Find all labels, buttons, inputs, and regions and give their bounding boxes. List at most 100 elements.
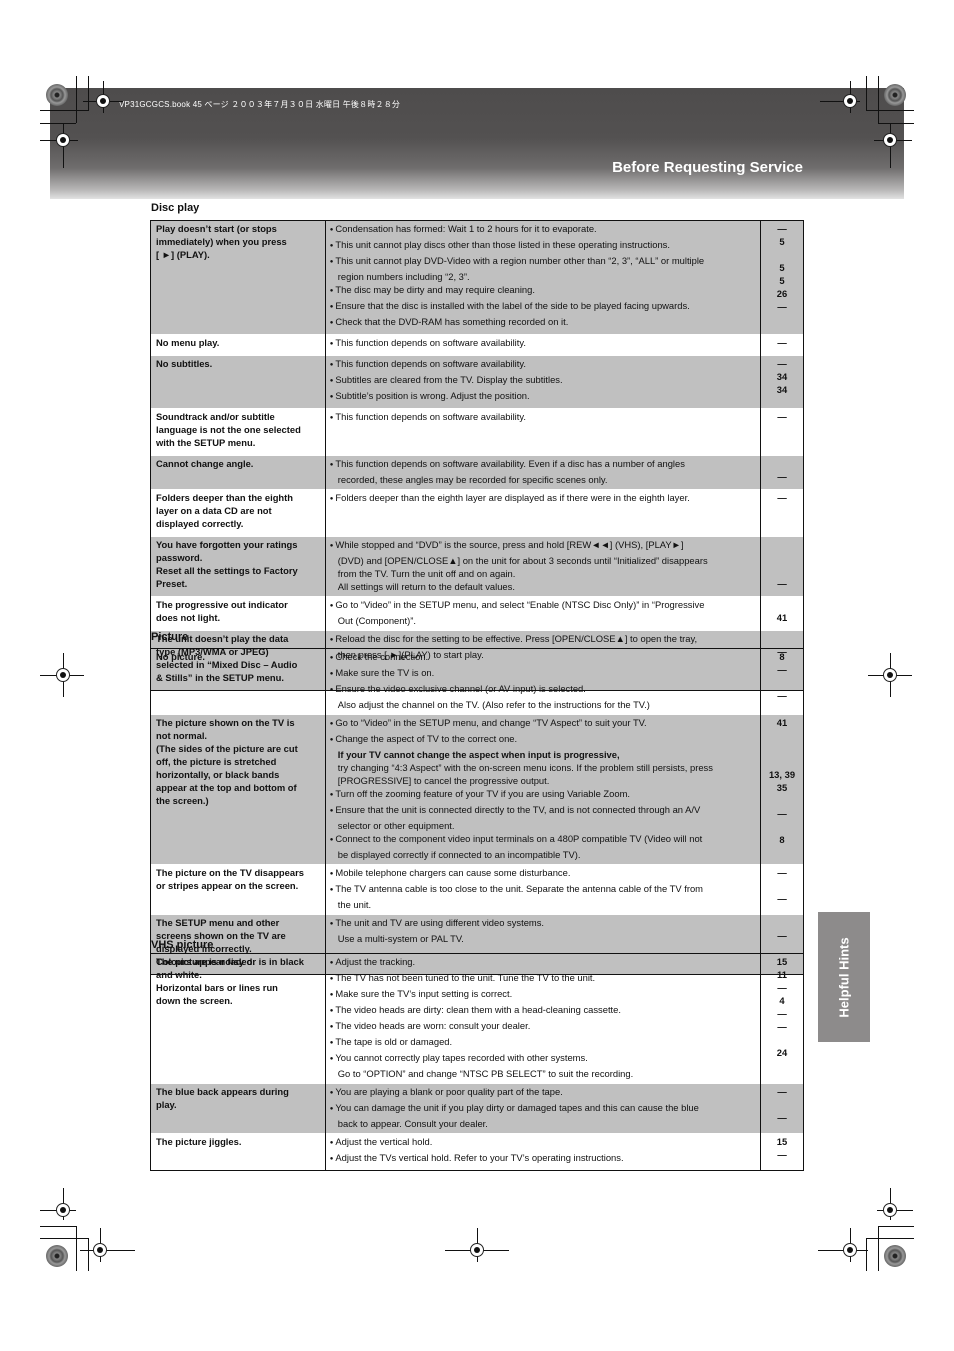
solution-text: selector or other equipment. bbox=[337, 820, 455, 831]
page-reference: — bbox=[777, 1112, 787, 1123]
page-reference bbox=[763, 676, 801, 689]
solution-text: The unit and TV are using different vide… bbox=[330, 916, 756, 932]
color-calibration-disc-icon bbox=[884, 1245, 906, 1267]
solution-text: recorded, these angles may be recorded f… bbox=[337, 474, 608, 485]
page-reference bbox=[763, 517, 801, 530]
solution-text bbox=[330, 520, 756, 533]
page-reference: — bbox=[777, 411, 787, 422]
crop-mark bbox=[878, 1226, 879, 1271]
table-row: The blue back appears during play. You are… bbox=[150, 1083, 804, 1134]
page-reference bbox=[763, 916, 801, 929]
solution-text: Adjust the tracking. bbox=[330, 955, 756, 971]
crop-mark bbox=[878, 76, 879, 123]
solution-cell: Go to “Video” in the SETUP menu, and cha… bbox=[324, 714, 762, 865]
symptom-text: language is not the one selected bbox=[156, 424, 301, 435]
solution-text: region numbers including “2, 3”. bbox=[337, 271, 470, 282]
solution-text: Make sure the TV’s input setting is corr… bbox=[330, 987, 756, 1003]
page-reference: 24 bbox=[776, 1047, 788, 1058]
page-reference: — bbox=[777, 1008, 787, 1019]
table-row: Play doesn’t start (or stops immediately)… bbox=[150, 220, 804, 335]
page-reference-cell: — bbox=[760, 489, 804, 537]
symptom-text: The picture is noisy or is in black bbox=[156, 956, 304, 967]
solution-text: Ensure the video exclusive channel (or A… bbox=[330, 682, 756, 698]
page-reference: 15 bbox=[776, 1136, 788, 1147]
solution-text: Subtitle’s position is wrong. Adjust the… bbox=[330, 389, 756, 405]
solution-text: the unit. bbox=[337, 899, 372, 910]
page-title: Before Requesting Service bbox=[612, 159, 803, 176]
table-row: Folders deeper than the eighth layer on a… bbox=[150, 489, 804, 537]
symptom-cell: No menu play. bbox=[150, 334, 326, 356]
solution-text: The disc may be dirty and may require cl… bbox=[330, 283, 756, 299]
solution-text: Ensure that the unit is connected direct… bbox=[330, 803, 756, 819]
page-reference bbox=[763, 632, 801, 645]
crop-mark bbox=[878, 1226, 914, 1227]
solution-text: This unit cannot play discs other than t… bbox=[330, 238, 756, 254]
page-reference: — bbox=[777, 930, 787, 941]
solution-cell: Adjust the vertical hold.Adjust the TVs … bbox=[324, 1133, 762, 1171]
symptom-cell: You have forgotten your ratings password.… bbox=[150, 536, 326, 597]
section-title-picture: Picture bbox=[151, 631, 189, 643]
page-reference-cell: — bbox=[760, 536, 804, 597]
symptom-cell: No subtitles. bbox=[150, 355, 326, 409]
page-reference: — bbox=[777, 690, 787, 701]
solution-text: You can damage the unit if you play dirt… bbox=[330, 1101, 756, 1117]
print-file-info: VP31GCGCS.book 45 ページ ２００３年７月３０日 水曜日 午後８… bbox=[119, 100, 401, 109]
table-row: The picture is noisy or is in black and w… bbox=[150, 953, 804, 1084]
solution-text: from the TV. Turn the unit off and on ag… bbox=[337, 568, 516, 579]
crop-mark bbox=[866, 1238, 914, 1239]
symptom-cell: No picture. bbox=[150, 648, 326, 715]
page-reference-cell: — bbox=[760, 334, 804, 356]
symptom-text: (The sides of the picture are cut bbox=[156, 743, 298, 754]
solution-cell: Folders deeper than the eighth layer are… bbox=[324, 489, 762, 537]
page-reference bbox=[763, 248, 801, 261]
solution-text: All settings will return to the default … bbox=[337, 581, 515, 592]
symptom-text: The progressive out indicator bbox=[156, 599, 288, 610]
page-reference: 11 bbox=[777, 969, 787, 980]
page-reference-cell: 41 13, 39 35 — 8 bbox=[760, 714, 804, 865]
page-reference: — bbox=[777, 358, 787, 369]
symptom-cell: The picture jiggles. bbox=[150, 1133, 326, 1171]
solution-text: While stopped and “DVD” is the source, p… bbox=[330, 538, 756, 554]
table-row: No menu play. This function depends on so… bbox=[150, 334, 804, 356]
page-reference-cell: — — bbox=[760, 1083, 804, 1134]
symptom-cell: The picture is noisy or is in black and w… bbox=[150, 953, 326, 1084]
table-row: No subtitles. This function depends on so… bbox=[150, 355, 804, 409]
page-reference: — bbox=[777, 1021, 787, 1032]
symptom-text: off, the picture is stretched bbox=[156, 756, 277, 767]
crop-mark bbox=[866, 110, 914, 111]
registration-mark-icon bbox=[877, 1188, 913, 1220]
solution-cell: Condensation has formed: Wait 1 to 2 hou… bbox=[324, 220, 762, 335]
registration-mark-icon bbox=[818, 1228, 868, 1262]
symptom-text: down the screen. bbox=[156, 995, 233, 1006]
page-reference bbox=[763, 729, 801, 742]
solution-text: If your TV cannot change the aspect when… bbox=[337, 749, 620, 760]
crop-mark bbox=[88, 1238, 89, 1271]
table-row: Soundtrack and/or subtitle language is no… bbox=[150, 408, 804, 456]
page-reference-cell: 8 — — bbox=[760, 648, 804, 715]
color-calibration-disc-icon bbox=[46, 1245, 68, 1267]
solution-text: (DVD) and [OPEN/CLOSE▲] on the unit for … bbox=[337, 555, 708, 566]
solution-text: Folders deeper than the eighth layer are… bbox=[330, 491, 756, 507]
solution-text: Adjust the TVs vertical hold. Refer to y… bbox=[330, 1151, 756, 1167]
crop-mark bbox=[40, 123, 76, 124]
symptom-text: The picture jiggles. bbox=[156, 1136, 242, 1147]
page-reference: — bbox=[777, 893, 787, 904]
color-calibration-disc-icon bbox=[884, 84, 906, 106]
symptom-text: No picture. bbox=[156, 651, 205, 662]
symptom-cell: The progressive out indicator does not li… bbox=[150, 596, 326, 631]
solution-text: try changing “4:3 Aspect” with the on-sc… bbox=[337, 762, 713, 773]
page-reference: — bbox=[777, 867, 787, 878]
symptom-text: play. bbox=[156, 1099, 177, 1110]
crop-mark bbox=[866, 76, 867, 111]
solution-cell: You are playing a blank or poor quality … bbox=[324, 1083, 762, 1134]
solution-text: This function depends on software availa… bbox=[330, 410, 756, 426]
page-reference: — bbox=[777, 492, 787, 503]
crop-mark bbox=[40, 110, 88, 111]
solution-text bbox=[330, 507, 756, 520]
solution-cell: Adjust the tracking.The TV has not been … bbox=[324, 953, 762, 1084]
page-reference-cell: 15 11 — 4 — — 24 bbox=[760, 953, 804, 1084]
vhs-picture-table: The picture is noisy or is in black and w… bbox=[150, 953, 804, 1171]
page-reference bbox=[763, 564, 801, 577]
page-reference: 5 bbox=[779, 262, 785, 273]
symptom-text: layer on a data CD are not bbox=[156, 505, 272, 516]
